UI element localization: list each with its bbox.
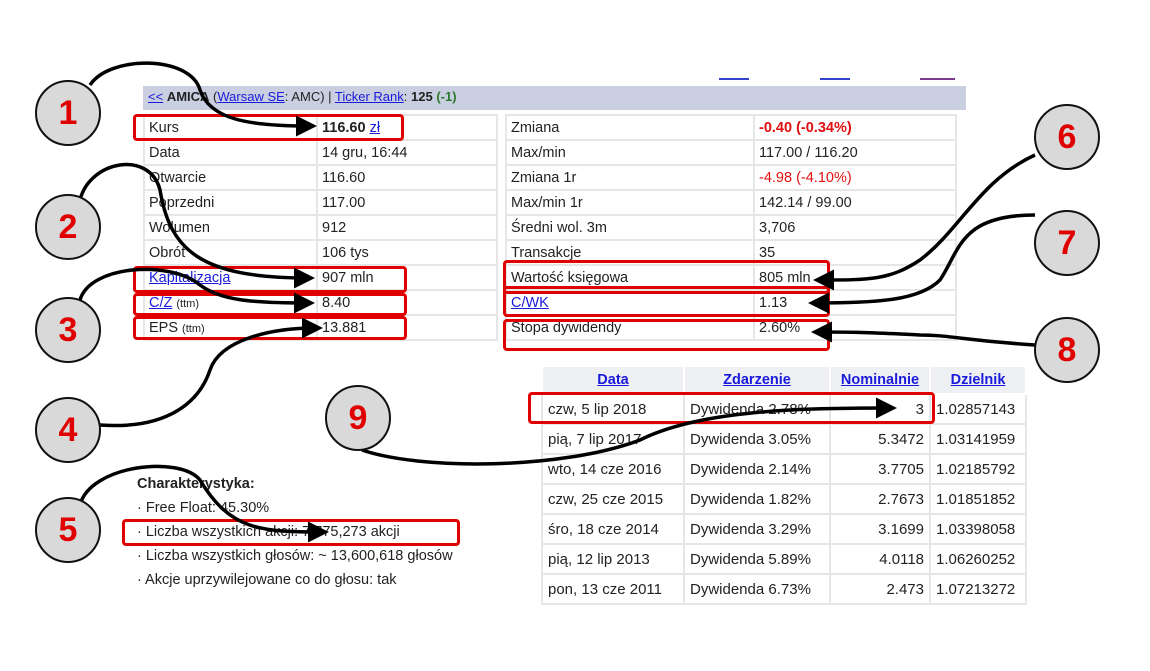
callout-3: 3 [35,297,101,363]
arrow-5 [78,464,329,543]
arrow-2 [78,162,315,289]
arrow-7 [808,213,1036,314]
annotation-arrows [78,61,1036,543]
callout-5: 5 [35,497,101,563]
arrow-9 [361,397,897,466]
arrow-4 [99,317,323,428]
callout-8: 8 [1034,317,1100,383]
callout-4: 4 [35,397,101,463]
callout-9: 9 [325,385,391,451]
arrow-1 [88,61,317,137]
arrow-3 [78,267,315,314]
callout-7: 7 [1034,210,1100,276]
callout-6: 6 [1034,104,1100,170]
arrow-8 [811,321,1036,347]
callout-1: 1 [35,80,101,146]
callout-2: 2 [35,194,101,260]
